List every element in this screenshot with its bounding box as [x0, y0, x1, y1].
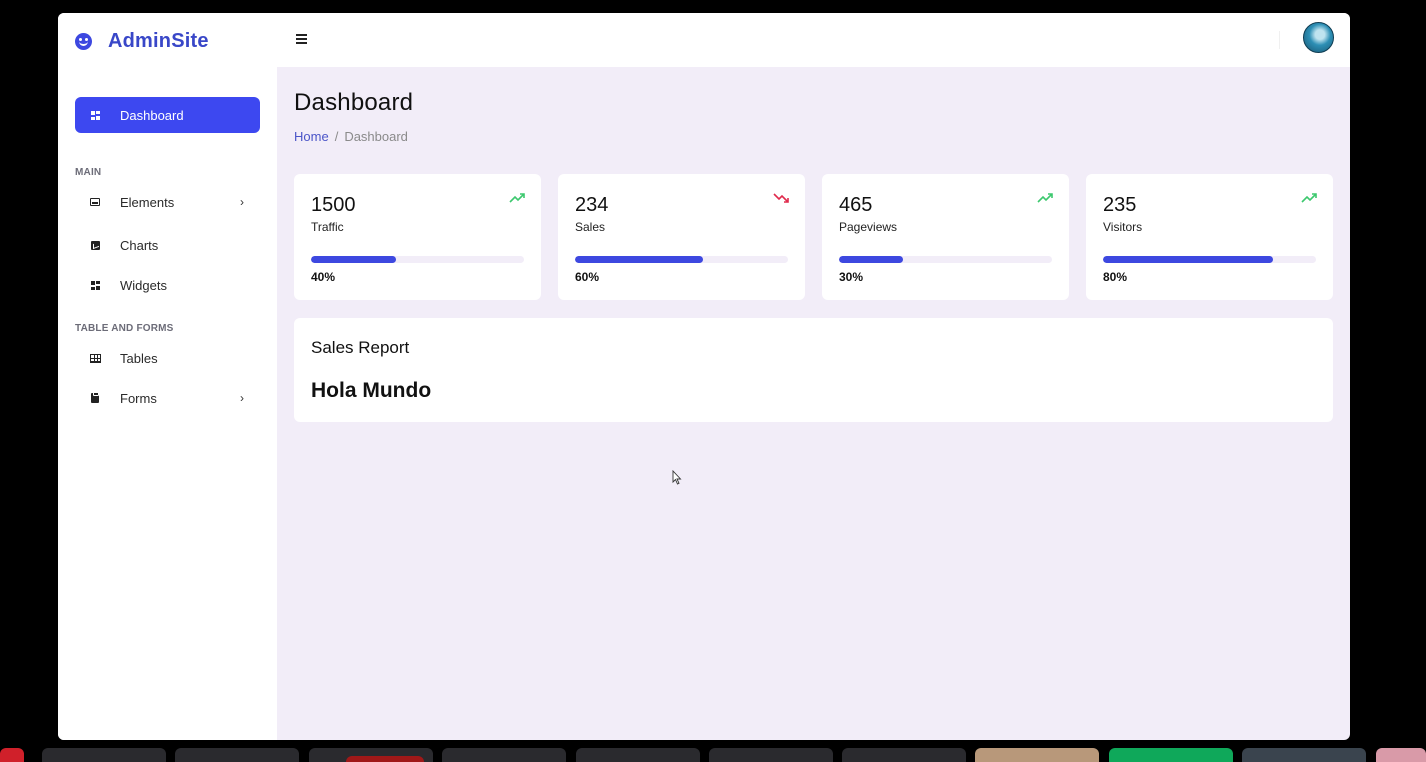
breadcrumb: Home / Dashboard	[294, 129, 408, 144]
sidebar-item-label: Elements	[120, 194, 175, 210]
taskbar-tab[interactable]	[975, 748, 1099, 762]
taskbar-tab[interactable]	[1242, 748, 1366, 762]
taskbar-tab[interactable]	[1376, 748, 1426, 762]
stat-card-visitors: 235 Visitors 80%	[1086, 174, 1333, 300]
breadcrumb-home-link[interactable]: Home	[294, 129, 329, 144]
sidebar: Dashboard MAIN Elements › Charts Widgets…	[58, 67, 277, 740]
menu-toggle-button[interactable]	[296, 34, 307, 44]
progress-track	[311, 256, 524, 263]
sidebar-item-charts[interactable]: Charts	[75, 230, 260, 260]
clipboard-icon	[87, 392, 103, 403]
progress-track	[839, 256, 1052, 263]
taskbar-tab[interactable]	[1109, 748, 1233, 762]
mouse-cursor-icon	[672, 470, 682, 485]
table-icon	[87, 353, 103, 363]
sidebar-item-tables[interactable]: Tables	[75, 343, 260, 373]
sidebar-item-label: Tables	[120, 350, 158, 366]
sidebar-item-dashboard[interactable]: Dashboard	[75, 97, 260, 133]
stat-percent: 80%	[1103, 270, 1128, 284]
taskbar-tab[interactable]	[842, 748, 966, 762]
stat-label: Sales	[575, 220, 606, 234]
taskbar-tab[interactable]	[42, 748, 166, 762]
stat-card-traffic: 1500 Traffic 40%	[294, 174, 541, 300]
stat-percent: 60%	[575, 270, 600, 284]
stat-label: Traffic	[311, 220, 344, 234]
taskbar-tab[interactable]	[442, 748, 566, 762]
chevron-right-icon: ›	[240, 195, 244, 209]
stat-label: Pageviews	[839, 220, 898, 234]
taskbar-tab[interactable]	[709, 748, 833, 762]
trending-up-icon	[1301, 193, 1317, 203]
sidebar-item-widgets[interactable]: Widgets	[75, 270, 260, 300]
stat-card-pageviews: 465 Pageviews 30%	[822, 174, 1069, 300]
progress-track	[575, 256, 788, 263]
sales-report-card: Sales Report Hola Mundo	[294, 318, 1333, 422]
smiley-icon	[75, 33, 92, 50]
taskbar-tab-highlight	[346, 756, 424, 762]
user-avatar[interactable]	[1303, 22, 1334, 53]
stat-label: Visitors	[1103, 220, 1143, 234]
dashboard-icon	[87, 110, 103, 120]
trending-up-icon	[509, 193, 525, 203]
trending-down-icon	[773, 193, 789, 203]
brand-name: AdminSite	[108, 30, 209, 52]
stat-percent: 30%	[839, 270, 864, 284]
section-title-table-forms: TABLE AND FORMS	[75, 323, 174, 334]
sidebar-item-label: Dashboard	[120, 107, 184, 123]
taskbar-tab[interactable]	[0, 748, 24, 762]
section-title-main: MAIN	[75, 167, 102, 178]
app-window: AdminSite Dashboard MAIN Elements › Char…	[58, 13, 1350, 740]
breadcrumb-separator: /	[334, 129, 339, 144]
taskbar-tab[interactable]	[576, 748, 700, 762]
progress-track	[1103, 256, 1316, 263]
progress-fill	[839, 256, 903, 263]
stat-value: 1500	[311, 194, 356, 216]
page-title: Dashboard	[294, 89, 414, 116]
sidebar-item-label: Widgets	[120, 277, 167, 293]
card-body-text: Hola Mundo	[311, 379, 432, 402]
widgets-icon	[87, 280, 103, 290]
stat-percent: 40%	[311, 270, 336, 284]
chart-icon	[87, 240, 103, 250]
progress-fill	[1103, 256, 1274, 263]
stat-value: 465	[839, 194, 873, 216]
trending-up-icon	[1037, 193, 1053, 203]
stat-card-sales: 234 Sales 60%	[558, 174, 805, 300]
inbox-icon	[87, 198, 103, 206]
taskbar-tab[interactable]	[175, 748, 299, 762]
sidebar-item-label: Forms	[120, 390, 157, 406]
top-bar: AdminSite	[58, 13, 1350, 67]
sidebar-item-elements[interactable]: Elements ›	[75, 187, 260, 217]
stat-value: 235	[1103, 194, 1137, 216]
stat-value: 234	[575, 194, 609, 216]
brand-logo[interactable]: AdminSite	[75, 30, 209, 53]
chevron-right-icon: ›	[240, 391, 244, 405]
breadcrumb-current: Dashboard	[344, 129, 408, 144]
progress-fill	[311, 256, 397, 263]
divider	[1279, 31, 1280, 49]
sidebar-item-label: Charts	[120, 237, 159, 253]
card-title: Sales Report	[311, 338, 410, 357]
progress-fill	[575, 256, 703, 263]
sidebar-item-forms[interactable]: Forms ›	[75, 383, 260, 413]
